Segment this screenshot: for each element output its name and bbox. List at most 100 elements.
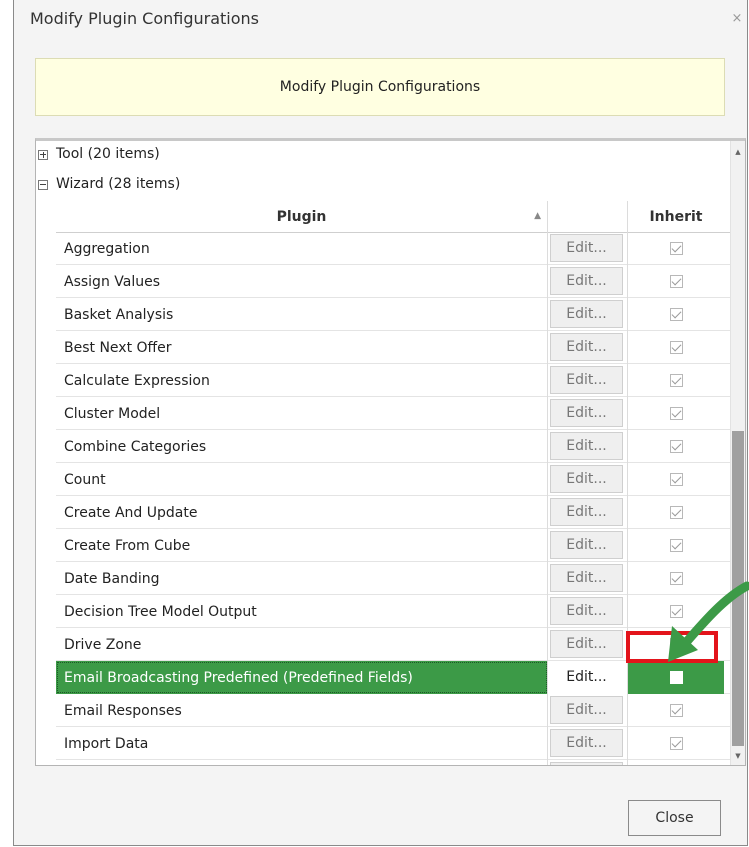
edit-button[interactable]: Edit... (550, 465, 623, 493)
plugin-name-cell[interactable]: Initialise (56, 760, 548, 765)
close-icon[interactable]: × (729, 11, 745, 26)
group-row-tool[interactable]: Tool (20 items) (36, 141, 716, 171)
inherit-checkbox[interactable] (669, 374, 683, 387)
sort-ascending-icon: ▲ (534, 211, 541, 221)
edit-cell: Edit... (548, 727, 628, 760)
inherit-cell (628, 232, 724, 265)
plugin-name-cell[interactable]: Best Next Offer (56, 331, 548, 364)
edit-cell: Edit... (548, 760, 628, 765)
edit-button[interactable]: Edit... (550, 300, 623, 328)
edit-button[interactable]: Edit... (550, 564, 623, 592)
edit-button[interactable]: Edit... (550, 333, 623, 361)
column-header-plugin[interactable]: Plugin ▲ (56, 201, 548, 232)
table-row[interactable]: Cluster Model Edit... (56, 397, 731, 430)
inherit-cell (628, 562, 724, 595)
edit-button[interactable]: Edit... (550, 498, 623, 526)
inherit-checkbox[interactable] (669, 440, 683, 453)
inherit-checkbox[interactable] (669, 737, 683, 750)
inherit-checkbox[interactable] (669, 605, 683, 618)
inherit-checkbox[interactable] (669, 341, 683, 354)
table-row[interactable]: Drive Zone Edit... (56, 628, 731, 661)
inherit-checkbox[interactable] (669, 275, 683, 288)
plugin-grid: Tool (20 items) Wizard (28 items) Plugin… (35, 138, 746, 766)
edit-cell: Edit... (548, 232, 628, 265)
expand-icon[interactable] (38, 150, 48, 160)
plugin-name-cell[interactable]: Email Broadcasting Predefined (Predefine… (56, 661, 548, 694)
inherit-cell (628, 628, 724, 661)
inherit-cell (628, 298, 724, 331)
inherit-cell (628, 463, 724, 496)
edit-cell: Edit... (548, 595, 628, 628)
plugin-name-cell[interactable]: Create And Update (56, 496, 548, 529)
edit-button[interactable]: Edit... (550, 729, 623, 757)
collapse-icon[interactable] (38, 180, 48, 190)
edit-cell: Edit... (548, 265, 628, 298)
inherit-checkbox[interactable] (669, 506, 683, 519)
plugin-name-cell[interactable]: Assign Values (56, 265, 548, 298)
edit-button[interactable]: Edit... (550, 696, 623, 724)
scrollbar-thumb[interactable] (732, 431, 744, 746)
edit-button[interactable]: Edit... (550, 234, 623, 262)
table-row[interactable]: Email Responses Edit... (56, 694, 731, 727)
table-row[interactable]: Assign Values Edit... (56, 265, 731, 298)
plugin-name-cell[interactable]: Decision Tree Model Output (56, 595, 548, 628)
table-row[interactable]: Decision Tree Model Output Edit... (56, 595, 731, 628)
edit-button[interactable]: Edit... (550, 630, 623, 658)
table-row[interactable]: Create And Update Edit... (56, 496, 731, 529)
plugin-name-cell[interactable]: Create From Cube (56, 529, 548, 562)
edit-cell: Edit... (548, 694, 628, 727)
window-title: Modify Plugin Configurations (30, 9, 260, 28)
inherit-checkbox[interactable] (669, 704, 683, 717)
inherit-checkbox[interactable] (669, 572, 683, 585)
table-row[interactable]: Aggregation Edit... (56, 232, 731, 265)
edit-button[interactable]: Edit... (550, 762, 623, 765)
inherit-cell (628, 496, 724, 529)
plugin-name-cell[interactable]: Cluster Model (56, 397, 548, 430)
inherit-checkbox[interactable] (669, 308, 683, 321)
edit-button[interactable]: Edit... (550, 399, 623, 427)
plugin-name-cell[interactable]: Aggregation (56, 232, 548, 265)
group-row-wizard[interactable]: Wizard (28 items) (36, 171, 716, 201)
plugin-name-cell[interactable]: Count (56, 463, 548, 496)
table-row[interactable]: Import Data Edit... (56, 727, 731, 760)
edit-cell: Edit... (548, 397, 628, 430)
scroll-up-arrow-icon[interactable]: ▲ (731, 143, 745, 160)
edit-button[interactable]: Edit... (550, 366, 623, 394)
plugin-name-cell[interactable]: Date Banding (56, 562, 548, 595)
inherit-checkbox[interactable] (669, 638, 683, 651)
table-row[interactable]: Count Edit... (56, 463, 731, 496)
plugin-name-cell[interactable]: Email Responses (56, 694, 548, 727)
edit-cell: Edit... (548, 463, 628, 496)
inherit-checkbox[interactable] (669, 539, 683, 552)
inherit-checkbox[interactable] (669, 671, 683, 684)
table-row[interactable]: Calculate Expression Edit... (56, 364, 731, 397)
table-row[interactable]: Email Broadcasting Predefined (Predefine… (56, 661, 731, 694)
inherit-cell (628, 430, 724, 463)
inherit-checkbox[interactable] (669, 407, 683, 420)
column-header-edit[interactable] (548, 201, 628, 232)
table-row[interactable]: InitialiseEdit... (56, 760, 731, 765)
scroll-down-arrow-icon[interactable]: ▼ (731, 747, 745, 764)
edit-button[interactable]: Edit... (550, 597, 623, 625)
plugin-name-cell[interactable]: Calculate Expression (56, 364, 548, 397)
table-row[interactable]: Basket Analysis Edit... (56, 298, 731, 331)
edit-button[interactable]: Edit... (550, 531, 623, 559)
close-button[interactable]: Close (628, 800, 721, 836)
plugin-name-cell[interactable]: Basket Analysis (56, 298, 548, 331)
inherit-checkbox[interactable] (669, 242, 683, 255)
edit-button[interactable]: Edit... (550, 432, 623, 460)
edit-button[interactable]: Edit... (550, 663, 623, 691)
table-row[interactable]: Date Banding Edit... (56, 562, 731, 595)
edit-button[interactable]: Edit... (550, 267, 623, 295)
plugin-name-cell[interactable]: Import Data (56, 727, 548, 760)
plugin-name-cell[interactable]: Combine Categories (56, 430, 548, 463)
edit-cell: Edit... (548, 331, 628, 364)
table-row[interactable]: Combine Categories Edit... (56, 430, 731, 463)
table-row[interactable]: Best Next Offer Edit... (56, 331, 731, 364)
column-header-label: Inherit (649, 208, 703, 225)
table-row[interactable]: Create From Cube Edit... (56, 529, 731, 562)
inherit-checkbox[interactable] (669, 473, 683, 486)
vertical-scrollbar[interactable]: ▲ ▼ (730, 141, 745, 765)
plugin-name-cell[interactable]: Drive Zone (56, 628, 548, 661)
column-header-inherit[interactable]: Inherit (628, 201, 724, 232)
